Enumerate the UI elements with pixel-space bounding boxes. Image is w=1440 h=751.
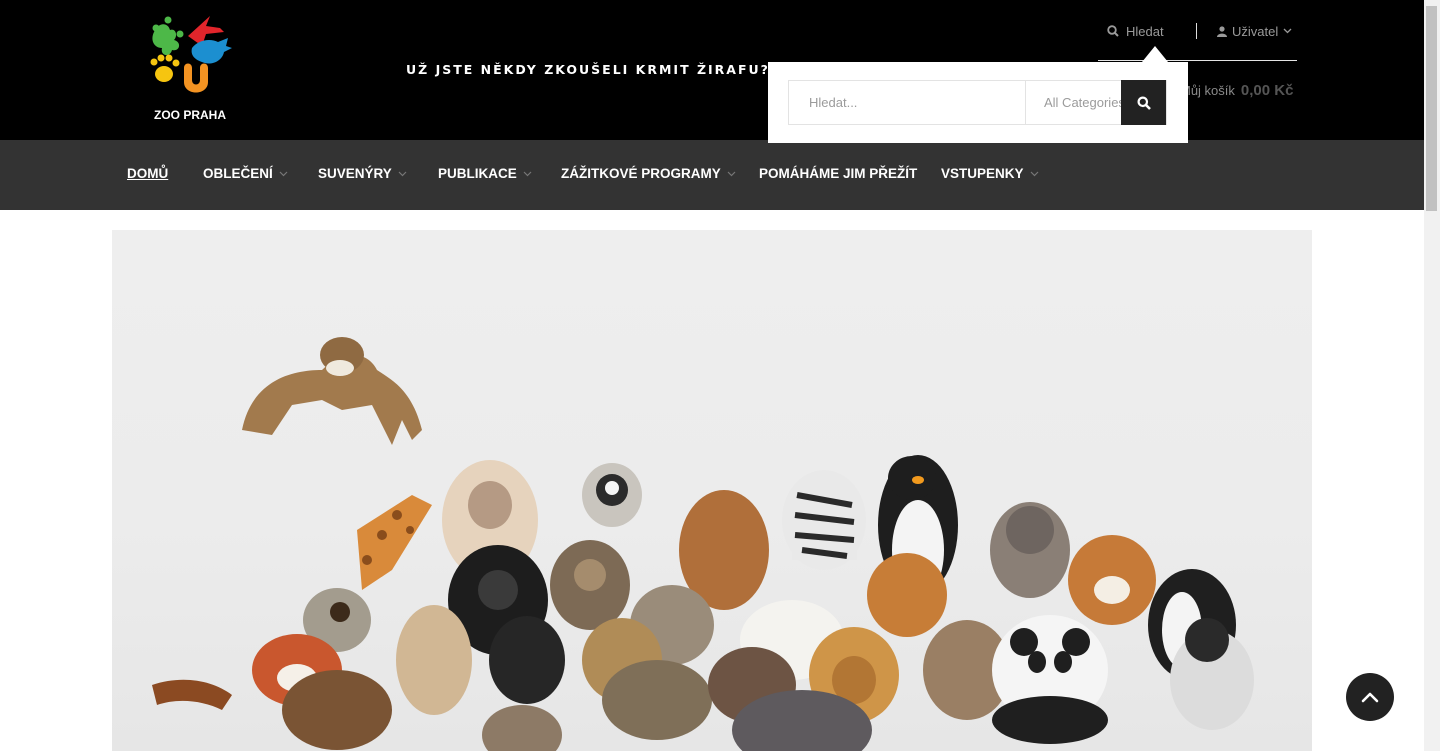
site-header: ZOO PRAHA UŽ JSTE NĚKDY ZKOUŠELI KRMIT Ž…	[0, 0, 1424, 140]
page: ZOO PRAHA UŽ JSTE NĚKDY ZKOUŠELI KRMIT Ž…	[0, 0, 1440, 751]
arrow-up-icon	[1361, 692, 1379, 703]
main-navigation: DOMŮ OBLEČENÍ SUVENÝRY PUBLIKACE ZÁŽITKO…	[0, 140, 1424, 210]
search-form: All Categories	[788, 80, 1167, 125]
chevron-down-icon	[523, 171, 532, 176]
plush-bat	[242, 337, 422, 445]
search-input[interactable]	[789, 81, 1026, 124]
nav-item-tickets[interactable]: VSTUPENKY	[941, 166, 1039, 181]
nav-item-clothing[interactable]: OBLEČENÍ	[203, 166, 288, 181]
search-dropdown: All Categories	[768, 62, 1188, 143]
header-underline	[1098, 60, 1297, 61]
cart-total: 0,00 Kč	[1240, 82, 1294, 99]
hero-banner-image[interactable]	[112, 230, 1312, 751]
nav-item-label: DOMŮ	[127, 166, 169, 181]
chevron-down-icon	[727, 171, 736, 176]
nav-item-label: POMÁHÁME JIM PŘEŽÍT	[759, 166, 918, 181]
logo-text: ZOO PRAHA	[154, 108, 226, 122]
chevron-down-icon	[279, 171, 288, 176]
nav-item-label: OBLEČENÍ	[203, 166, 273, 181]
chevron-down-icon	[1030, 171, 1038, 176]
nav-item-experience-programs[interactable]: ZÁŽITKOVÉ PROGRAMY	[561, 166, 736, 181]
plush-animals-photo	[152, 337, 1254, 751]
nav-item-publications[interactable]: PUBLIKACE	[438, 166, 532, 181]
plush-group	[152, 455, 1254, 751]
search-icon	[1107, 25, 1119, 37]
search-icon	[1137, 96, 1151, 110]
user-icon	[1217, 25, 1227, 37]
header-search-toggle[interactable]: Hledat	[1107, 22, 1164, 40]
nav-item-souvenirs[interactable]: SUVENÝRY	[318, 166, 407, 181]
search-submit-button[interactable]	[1121, 80, 1166, 125]
scrollbar-thumb[interactable]	[1426, 6, 1437, 211]
nav-item-label: ZÁŽITKOVÉ PROGRAMY	[561, 166, 721, 181]
chevron-down-icon	[398, 171, 407, 176]
nav-item-label: PUBLIKACE	[438, 166, 517, 181]
user-menu[interactable]: Uživatel	[1217, 22, 1292, 40]
zoo-praha-logo[interactable]: ZOO PRAHA	[148, 12, 238, 128]
user-menu-label: Uživatel	[1232, 23, 1279, 39]
nav-item-home[interactable]: DOMŮ	[127, 166, 168, 181]
search-dropdown-caret	[1142, 46, 1168, 62]
header-divider	[1196, 23, 1197, 39]
back-to-top-button[interactable]	[1346, 673, 1394, 721]
tagline: UŽ JSTE NĚKDY ZKOUŠELI KRMIT ŽIRAFU?	[406, 62, 770, 77]
mini-cart[interactable]: Můj košík 0,00 Kč	[1180, 82, 1293, 99]
chevron-down-icon	[1283, 28, 1292, 34]
nav-item-conservation[interactable]: POMÁHÁME JIM PŘEŽÍT	[759, 166, 917, 181]
category-select[interactable]: All Categories	[1026, 81, 1124, 124]
nav-item-label: SUVENÝRY	[318, 166, 392, 181]
vertical-scrollbar[interactable]	[1424, 0, 1440, 751]
logo-mark-icon	[150, 16, 232, 93]
nav-item-label: VSTUPENKY	[941, 166, 1024, 181]
cart-label: Můj košík	[1180, 83, 1235, 98]
search-toggle-label: Hledat	[1126, 23, 1164, 39]
